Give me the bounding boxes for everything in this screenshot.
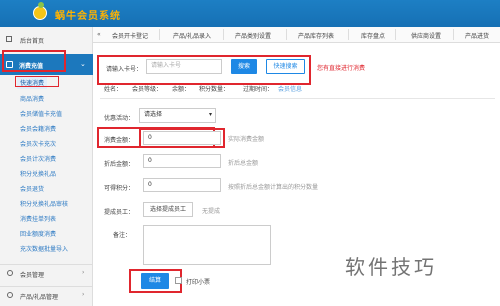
sidebar-item-label: 后台首页	[20, 38, 45, 45]
highlight-box-fast	[15, 76, 59, 87]
tab-divider	[159, 29, 160, 40]
print-receipt-label: 打印小票	[186, 279, 211, 286]
app-title: 蜗牛会员系统	[55, 11, 121, 22]
chevron-down-icon: ⌄	[80, 60, 86, 68]
member-name-label: 姓名：	[104, 86, 123, 93]
user-icon	[7, 270, 13, 276]
sidebar-item-points-gift[interactable]: 积分兑换礼品	[20, 169, 56, 181]
print-receipt-checkbox[interactable]	[175, 277, 182, 284]
chevron-right-icon: ›	[82, 291, 85, 298]
note-textarea[interactable]	[143, 225, 271, 265]
home-icon	[6, 36, 12, 42]
chevron-down-icon: ▾	[208, 111, 212, 118]
watermark: 软件技巧	[345, 255, 437, 279]
amount-label: 消费金额：	[104, 137, 135, 144]
tab-divider	[223, 29, 224, 40]
tab-product-entry[interactable]: 产品/礼品录入	[173, 31, 211, 40]
fast-search-button[interactable]: 快速搜索	[266, 59, 305, 74]
direct-consume-note: 您有直接进行消费	[317, 65, 366, 72]
amount-hint: 实际消费金额	[228, 136, 265, 143]
member-points-label: 积分数量：	[199, 86, 230, 93]
tab-product-purchase[interactable]: 产品进货	[465, 31, 489, 40]
sidebar-item-home[interactable]: 后台首页	[0, 31, 93, 47]
tab-divider	[395, 29, 396, 40]
logo-icon	[33, 6, 47, 20]
sidebar-item-product-consume[interactable]: 商品消费	[20, 94, 44, 106]
tab-divider	[453, 29, 454, 40]
member-level-label: 会员等级：	[132, 86, 163, 93]
member-info-status: 会员信息	[278, 86, 303, 93]
sidebar-item-card-recharge[interactable]: 会员储值卡充值	[20, 109, 62, 121]
discount-input[interactable]: 0	[143, 154, 221, 168]
box-icon	[7, 292, 13, 298]
sidebar-item-member-manage[interactable]: 会员管理 ›	[0, 264, 93, 280]
sidebar-item-label: 会员管理	[20, 272, 45, 279]
app-header: 蜗牛会员系统	[0, 0, 500, 27]
tab-stock-list[interactable]: 产品库存列表	[298, 31, 334, 40]
sidebar-item-product-manage[interactable]: 产品/礼品管理 ›	[0, 286, 93, 302]
tab-member-register[interactable]: 会员开卡登记	[112, 31, 148, 40]
card-number-label: 请输入卡号：	[106, 66, 143, 73]
sidebar-item-batch-import[interactable]: 充次数据批量导入	[20, 244, 68, 256]
amount-input[interactable]: 0	[143, 131, 221, 145]
select-staff-button[interactable]: 选择提成员工	[143, 202, 193, 217]
snail-icon	[38, 2, 44, 8]
submit-button[interactable]: 结算	[141, 273, 169, 289]
staff-hint: 无提成	[202, 208, 221, 215]
divider	[100, 98, 495, 99]
double-chevron-left-icon[interactable]: «	[97, 31, 101, 38]
points-hint: 按照折后总金额计算出的积分数量	[228, 184, 319, 191]
tab-supplier-settings[interactable]: 供应商设置	[411, 31, 441, 40]
sidebar-item-count-recharge[interactable]: 会员次卡充次	[20, 139, 56, 151]
member-expiry-label: 过期时间：	[243, 86, 274, 93]
promo-select-value: 请选择	[144, 111, 163, 118]
points-label: 可得积分：	[104, 185, 135, 192]
search-button[interactable]: 搜索	[231, 59, 257, 74]
sidebar-item-membership-consume[interactable]: 会员会籍消费	[20, 124, 56, 136]
promo-select[interactable]: 请选择 ▾	[139, 108, 216, 123]
sidebar-item-points-gift-review[interactable]: 积分兑换礼品审核	[20, 199, 68, 211]
discount-label: 折后金额：	[104, 161, 135, 168]
chevron-right-icon: ›	[82, 269, 85, 276]
card-number-input[interactable]: 请输入卡号	[146, 59, 222, 74]
sidebar-item-count-consume[interactable]: 会员计次消费	[20, 154, 56, 166]
tab-divider	[286, 29, 287, 40]
sidebar-item-quota-consume[interactable]: 回业额度消费	[20, 229, 56, 241]
tab-stocktaking[interactable]: 库存盘点	[361, 31, 385, 40]
tab-bar: « 会员开卡登记 产品/礼品录入 产品类别设置 产品库存列表 库存盘点 供应商设…	[93, 27, 500, 43]
note-label: 备注：	[113, 232, 132, 239]
promo-label: 优惠活动：	[104, 115, 135, 122]
tab-divider	[348, 29, 349, 40]
member-balance-label: 余额：	[172, 86, 191, 93]
sidebar-item-member-return[interactable]: 会员退货	[20, 184, 44, 196]
highlight-box-group	[2, 50, 66, 72]
sidebar-item-pending-orders[interactable]: 消费挂单列表	[20, 214, 56, 226]
tab-category-settings[interactable]: 产品类别设置	[235, 31, 271, 40]
points-input[interactable]: 0	[143, 178, 221, 192]
staff-label: 提成员工：	[104, 209, 135, 216]
sidebar-item-label: 产品/礼品管理	[20, 294, 59, 301]
discount-hint: 折后总金额	[228, 160, 259, 167]
